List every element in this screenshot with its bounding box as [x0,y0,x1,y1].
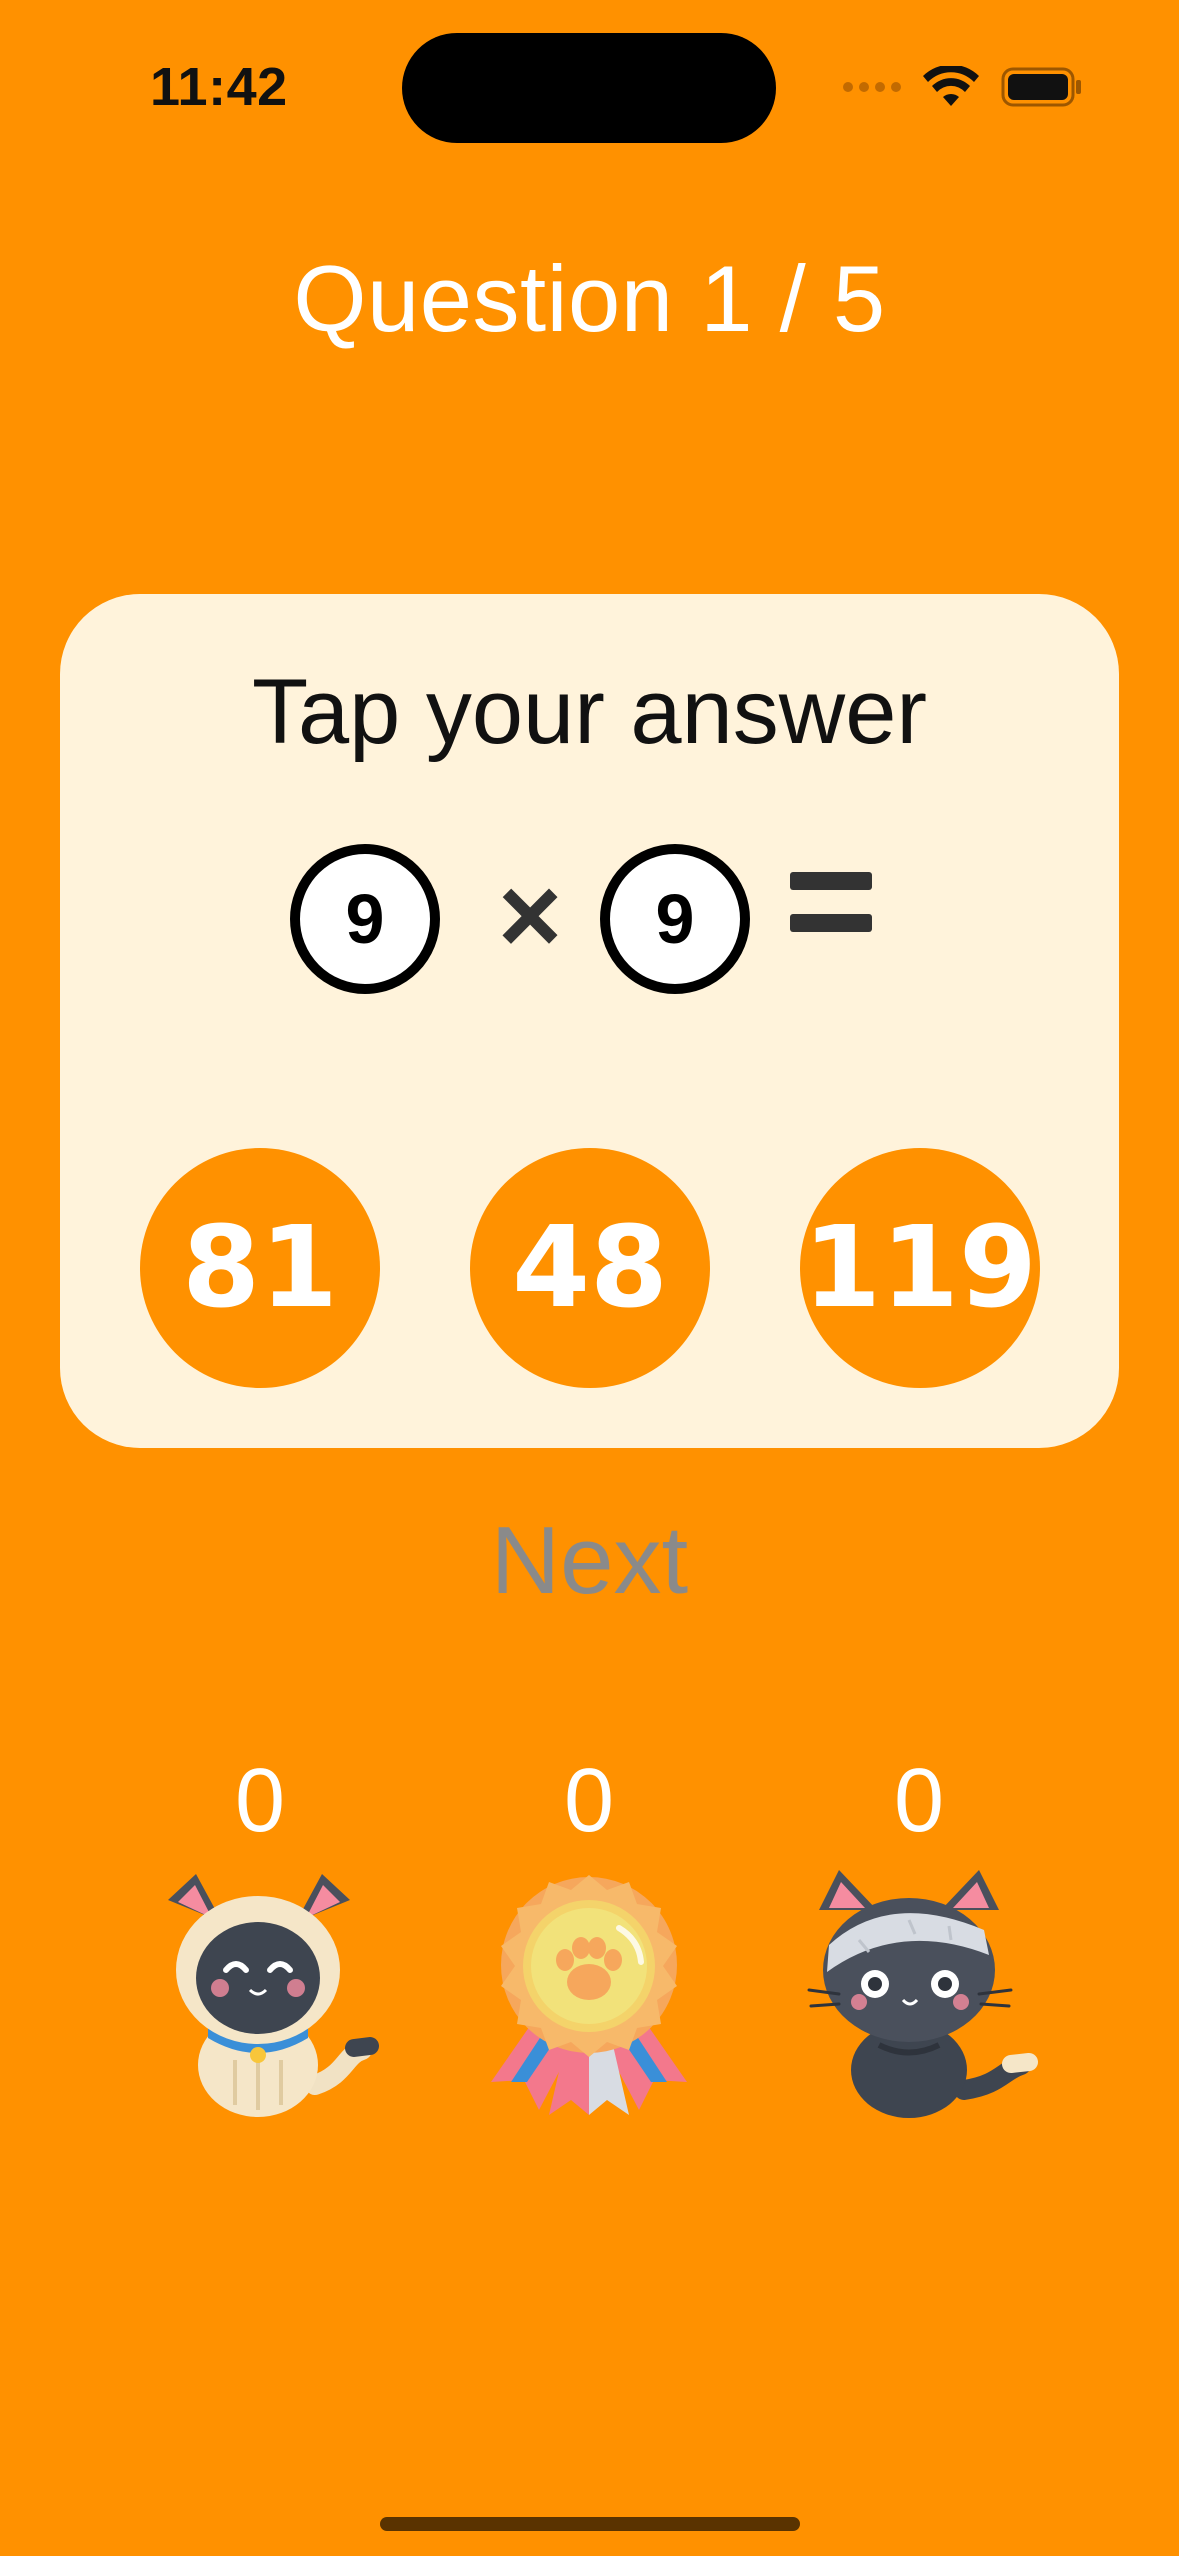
answer-button-1[interactable]: 81 [140,1148,380,1388]
home-indicator[interactable] [380,2517,800,2531]
paw-medal-icon [469,1860,709,2120]
wifi-icon [923,66,979,108]
score-paw-medal: 0 [563,1751,615,1851]
cellular-signal-icon [843,82,901,92]
status-indicators [843,64,1083,110]
times-operator: × [497,854,563,977]
score-black-cat: 0 [893,1751,945,1851]
dynamic-island [402,33,776,143]
status-time: 11:42 [150,57,288,117]
score-siamese-cat: 0 [234,1751,286,1851]
answer-button-2[interactable]: 48 [470,1148,710,1388]
equation: 9 × 9 [60,844,1119,994]
battery-icon [1001,67,1083,107]
equals-icon [790,872,872,936]
right-operand: 9 [600,844,750,994]
question-card: Tap your answer 9 × 9 81 48 119 [60,594,1119,1448]
left-operand: 9 [290,844,440,994]
next-button[interactable]: Next [0,1505,1179,1617]
siamese-cat-icon [140,1860,380,2120]
black-cat-icon [799,1860,1039,2120]
answer-button-3[interactable]: 119 [800,1148,1040,1388]
card-title: Tap your answer [252,661,927,763]
quiz-screen: 11:42 Question 1 / 5 Tap your answer 9 ×… [0,0,1179,2556]
question-counter: Question 1 / 5 [293,246,886,351]
